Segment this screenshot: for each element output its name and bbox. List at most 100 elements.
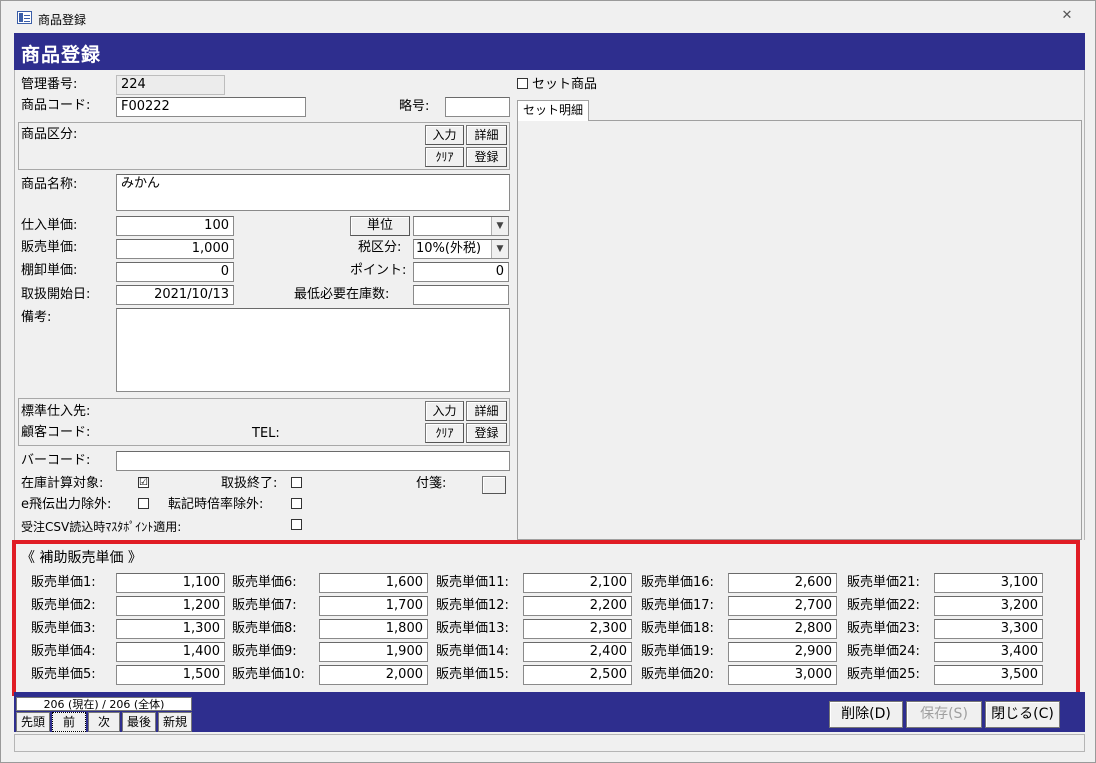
supplier-clear-button[interactable]: ｸﾘｱ	[425, 423, 464, 443]
end-checkbox[interactable]	[291, 477, 302, 488]
name-label: 商品名称:	[21, 177, 78, 192]
customer-label: 顧客コード:	[21, 425, 91, 440]
stock-calc-label: 在庫計算対象:	[21, 476, 104, 491]
code-label: 商品コード:	[21, 98, 91, 113]
sub-price-label: 販売単価23:	[847, 621, 920, 636]
window-title: 商品登録	[38, 13, 87, 27]
tenki-label: 転記時倍率除外:	[168, 497, 264, 512]
shiire-label: 仕入単価:	[21, 218, 78, 233]
code-field[interactable]: F00222	[116, 97, 306, 117]
kubun-input-button[interactable]: 入力	[425, 125, 464, 145]
sub-price-field[interactable]: 1,500	[116, 665, 225, 685]
sub-price-field[interactable]: 2,100	[523, 573, 632, 593]
min-stock-label: 最低必要在庫数:	[294, 287, 390, 302]
supplier-label: 標準仕入先:	[21, 404, 91, 419]
biko-field[interactable]	[116, 308, 510, 392]
sub-price-field[interactable]: 1,900	[319, 642, 428, 662]
sub-price-field[interactable]: 2,000	[319, 665, 428, 685]
kanri-field: 224	[116, 75, 225, 95]
nav-last-button[interactable]: 最後	[122, 712, 156, 732]
supplier-register-button[interactable]: 登録	[466, 423, 507, 443]
tenki-checkbox[interactable]	[291, 498, 302, 509]
sub-price-label: 販売単価24:	[847, 644, 920, 659]
close-icon[interactable]: ✕	[1060, 9, 1074, 23]
csv-label: 受注CSV読込時ﾏｽﾀﾎﾟｲﾝﾄ適用:	[21, 520, 182, 534]
tanaoroshi-field[interactable]: 0	[116, 262, 234, 282]
stock-calc-checkbox[interactable]: ☑	[138, 477, 149, 488]
sub-price-heading: 《 補助販売単価 》	[21, 550, 142, 566]
sub-price-label: 販売単価1:	[31, 575, 96, 590]
sub-price-label: 販売単価20:	[641, 667, 714, 682]
sub-price-label: 販売単価17:	[641, 598, 714, 613]
delete-button[interactable]: 削除(D)	[829, 701, 903, 728]
sub-price-field[interactable]: 3,400	[934, 642, 1043, 662]
kanri-label: 管理番号:	[21, 77, 78, 92]
hanbai-field[interactable]: 1,000	[116, 239, 234, 259]
point-field[interactable]: 0	[413, 262, 509, 282]
set-product-checkbox[interactable]	[517, 78, 528, 89]
sub-price-field[interactable]: 2,700	[728, 596, 837, 616]
nav-next-button[interactable]: 次	[88, 712, 120, 732]
form-icon	[17, 11, 32, 24]
supplier-input-button[interactable]: 入力	[425, 401, 464, 421]
ryaku-field[interactable]	[445, 97, 510, 117]
sub-price-field[interactable]: 1,400	[116, 642, 225, 662]
barcode-field[interactable]	[116, 451, 510, 471]
supplier-detail-button[interactable]: 詳細	[466, 401, 507, 421]
kubun-clear-button[interactable]: ｸﾘｱ	[425, 147, 464, 167]
sub-price-label: 販売単価16:	[641, 575, 714, 590]
sub-price-label: 販売単価14:	[436, 644, 509, 659]
sub-price-field[interactable]: 3,100	[934, 573, 1043, 593]
sub-price-label: 販売単価5:	[31, 667, 96, 682]
barcode-label: バーコード:	[21, 453, 91, 468]
title-bar	[1, 1, 1095, 31]
sub-price-field[interactable]: 1,800	[319, 619, 428, 639]
name-field[interactable]: みかん	[116, 174, 510, 211]
kubun-register-button[interactable]: 登録	[466, 147, 507, 167]
tax-label: 税区分:	[358, 240, 402, 255]
sub-price-field[interactable]: 2,800	[728, 619, 837, 639]
hanbai-label: 販売単価:	[21, 240, 78, 255]
nav-first-button[interactable]: 先頭	[16, 712, 50, 732]
sub-price-field[interactable]: 1,600	[319, 573, 428, 593]
sub-price-label: 販売単価11:	[436, 575, 509, 590]
nav-prev-button[interactable]: 前	[52, 712, 86, 732]
sub-price-field[interactable]: 2,400	[523, 642, 632, 662]
sub-price-field[interactable]: 2,200	[523, 596, 632, 616]
sub-price-field[interactable]: 3,300	[934, 619, 1043, 639]
chevron-down-icon[interactable]: ▼	[491, 240, 508, 258]
chevron-down-icon[interactable]: ▼	[491, 217, 508, 235]
tab-set-detail[interactable]: セット明細	[517, 100, 589, 121]
sub-price-field[interactable]: 3,000	[728, 665, 837, 685]
sub-price-field[interactable]: 2,900	[728, 642, 837, 662]
sub-price-field[interactable]: 2,300	[523, 619, 632, 639]
kubun-detail-button[interactable]: 詳細	[466, 125, 507, 145]
sub-price-field[interactable]: 1,300	[116, 619, 225, 639]
sub-price-label: 販売単価19:	[641, 644, 714, 659]
ehiden-checkbox[interactable]	[138, 498, 149, 509]
nav-new-button[interactable]: 新規	[158, 712, 192, 732]
shiire-field[interactable]: 100	[116, 216, 234, 236]
start-field[interactable]: 2021/10/13	[116, 285, 234, 305]
fusen-button[interactable]	[482, 476, 506, 494]
kubun-label: 商品区分:	[21, 127, 78, 142]
sub-price-field[interactable]: 2,500	[523, 665, 632, 685]
sub-price-field[interactable]: 2,600	[728, 573, 837, 593]
unit-button[interactable]: 単位	[350, 216, 410, 236]
save-button[interactable]: 保存(S)	[906, 701, 982, 728]
close-button[interactable]: 閉じる(C)	[985, 701, 1060, 728]
sub-price-label: 販売単価12:	[436, 598, 509, 613]
end-label: 取扱終了:	[221, 476, 278, 491]
record-counter: 206 (現在) / 206 (全体)	[16, 697, 192, 711]
min-stock-field[interactable]	[413, 285, 509, 305]
csv-checkbox[interactable]	[291, 519, 302, 530]
sub-price-field[interactable]: 1,700	[319, 596, 428, 616]
sub-price-label: 販売単価9:	[232, 644, 297, 659]
sub-price-field[interactable]: 3,200	[934, 596, 1043, 616]
sub-price-field[interactable]: 1,100	[116, 573, 225, 593]
point-label: ポイント:	[350, 263, 407, 278]
sub-price-field[interactable]: 3,500	[934, 665, 1043, 685]
sub-price-label: 販売単価7:	[232, 598, 297, 613]
sub-price-field[interactable]: 1,200	[116, 596, 225, 616]
status-bar	[14, 734, 1085, 752]
